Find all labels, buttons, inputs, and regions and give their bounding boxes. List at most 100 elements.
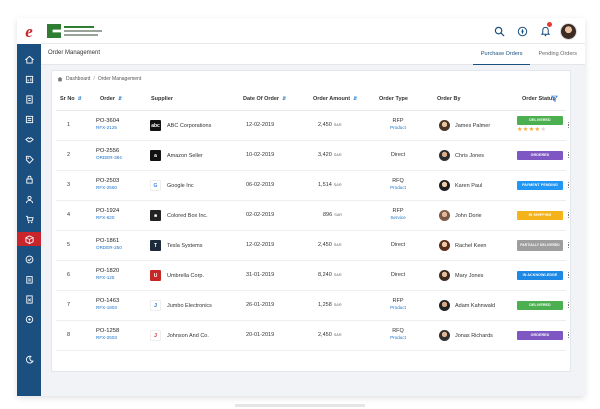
- table-row[interactable]: 7 PO-1463 RFX-1803 J Jumbo Electronics 26-01-…: [56, 291, 570, 321]
- table-row[interactable]: 2 PO-2556 ORDER-384 a Amazon Seller 10-02-201…: [56, 141, 570, 171]
- table-row[interactable]: 1 PO-3604 RFX-2125 abc ABC Corporations 12-02…: [56, 111, 570, 141]
- user-icon: [25, 195, 33, 203]
- tab-purchase-orders[interactable]: Purchase Orders: [472, 44, 531, 65]
- order-amount: 8,240 SAR: [318, 272, 342, 278]
- sort-icon[interactable]: ⇵: [78, 96, 82, 102]
- page-title: Order Management: [48, 50, 101, 56]
- user-avatar[interactable]: [559, 22, 577, 40]
- order-reference[interactable]: ORDER-250: [96, 245, 122, 250]
- rating-stars[interactable]: ★★★★★: [517, 126, 563, 133]
- company-logo-mark: [47, 24, 61, 38]
- sidebar-item-document[interactable]: [22, 92, 36, 106]
- order-reference[interactable]: RFX-2125: [96, 125, 119, 130]
- order-number[interactable]: PO-3604: [96, 118, 119, 124]
- order-number[interactable]: PO-1820: [96, 268, 119, 274]
- order-number[interactable]: PO-1463: [96, 298, 119, 304]
- sidebar-item-list[interactable]: [22, 112, 36, 126]
- order-reference[interactable]: RFX-125: [96, 275, 119, 280]
- status-badge: PARTIALLY DELIVERED: [517, 240, 563, 251]
- order-date: 12-02-2019: [246, 122, 275, 128]
- more-options-icon[interactable]: [567, 121, 570, 129]
- currency-unit: SAR: [333, 333, 342, 337]
- order-number[interactable]: PO-1861: [96, 238, 122, 244]
- home-icon: [57, 76, 63, 82]
- order-number[interactable]: PO-1258: [96, 328, 119, 334]
- order-cell[interactable]: PO-1463 RFX-1803: [96, 298, 119, 310]
- order-cell[interactable]: PO-3604 RFX-2125: [96, 118, 119, 130]
- filter-icon[interactable]: [551, 95, 558, 102]
- breadcrumb-dashboard[interactable]: Dashboard: [66, 76, 90, 82]
- more-options-icon[interactable]: [567, 271, 570, 279]
- col-order[interactable]: Order ⇵: [100, 96, 122, 102]
- table-row[interactable]: 6 PO-1820 RFX-125 U Umbrella Corp. 31-01-2019…: [56, 261, 570, 291]
- sidebar-item-box[interactable]: [17, 232, 41, 246]
- order-reference[interactable]: RFX-620: [96, 215, 119, 220]
- supplier-logo: U: [150, 270, 161, 281]
- order-type: Direct: [380, 272, 416, 278]
- col-date-of-order[interactable]: Date Of Order ⇵: [243, 96, 286, 102]
- bell-icon[interactable]: [536, 22, 554, 40]
- order-number[interactable]: PO-1924: [96, 208, 119, 214]
- sort-icon[interactable]: ⇵: [282, 96, 286, 102]
- order-cell[interactable]: PO-2503 RFX-2560: [96, 178, 119, 190]
- order-cell[interactable]: PO-2556 ORDER-384: [96, 148, 122, 160]
- order-number[interactable]: PO-2556: [96, 148, 122, 154]
- company-logo[interactable]: [47, 21, 107, 41]
- sidebar-item-handshake[interactable]: [22, 132, 36, 146]
- col-order-amount[interactable]: Order Amount ⇵: [313, 96, 357, 102]
- more-options-icon[interactable]: [567, 301, 570, 309]
- table-row[interactable]: 4 PO-1924 RFX-620 ■ Colored Box Inc. 02-02-20…: [56, 201, 570, 231]
- supplier-name: Jumbo Electronics: [167, 302, 212, 309]
- more-options-icon[interactable]: [567, 211, 570, 219]
- more-options-icon[interactable]: [567, 151, 570, 159]
- sr-no: 3: [67, 182, 71, 188]
- tab-pending-orders[interactable]: Pending Orders: [530, 44, 585, 65]
- user-name: Karen Paul: [455, 182, 483, 189]
- supplier-name: Amazon Seller: [167, 152, 203, 159]
- search-icon[interactable]: [490, 22, 508, 40]
- rating-star-icon[interactable]: ★: [541, 127, 547, 133]
- sidebar-item-tag[interactable]: [22, 152, 36, 166]
- sidebar-item-chart[interactable]: [22, 72, 36, 86]
- home-icon: [24, 55, 34, 64]
- sort-icon[interactable]: ⇵: [118, 96, 122, 102]
- order-cell[interactable]: PO-1861 ORDER-250: [96, 238, 122, 250]
- avatar: [439, 120, 450, 131]
- table-row[interactable]: 5 PO-1861 ORDER-250 T Tesla Systems 12-02-201…: [56, 231, 570, 261]
- order-reference[interactable]: ORDER-384: [96, 155, 122, 160]
- order-cell[interactable]: PO-1924 RFX-620: [96, 208, 119, 220]
- supplier-name: Tesla Systems: [167, 242, 203, 249]
- sidebar-item-lock[interactable]: [22, 172, 36, 186]
- sidebar-item-check-circle[interactable]: [22, 252, 36, 266]
- sidebar-item-user[interactable]: [22, 192, 36, 206]
- supplier-name: Colored Box Inc.: [167, 212, 208, 219]
- lock-icon: [25, 175, 33, 184]
- order-reference[interactable]: RFX-1803: [96, 305, 119, 310]
- compass-icon[interactable]: [513, 22, 531, 40]
- order-by: Rachel Keen: [439, 240, 487, 251]
- sort-icon[interactable]: ⇵: [353, 96, 357, 102]
- sidebar-item-cart[interactable]: [22, 212, 36, 226]
- table-row[interactable]: 8 PO-1258 RFX-2503 J Johnson And Co. 20-01-20…: [56, 321, 570, 351]
- more-options-icon[interactable]: [567, 181, 570, 189]
- sidebar-item-home[interactable]: [22, 52, 36, 66]
- scroll-indicator[interactable]: [235, 404, 365, 407]
- order-reference[interactable]: RFX-2560: [96, 185, 119, 190]
- sidebar-item-moon[interactable]: [22, 352, 36, 366]
- list-icon: [25, 115, 33, 123]
- more-options-icon[interactable]: [567, 241, 570, 249]
- supplier-logo: abc: [150, 120, 161, 131]
- sidebar-item-settings[interactable]: [22, 312, 36, 326]
- sidebar-item-file[interactable]: [22, 292, 36, 306]
- order-reference[interactable]: RFX-2503: [96, 335, 119, 340]
- clipboard-icon: [25, 275, 33, 284]
- sub-header: Order Management Purchase Orders Pending…: [41, 44, 585, 65]
- col-sr-no[interactable]: Sr No ⇵: [60, 96, 82, 102]
- order-cell[interactable]: PO-1258 RFX-2503: [96, 328, 119, 340]
- order-cell[interactable]: PO-1820 RFX-125: [96, 268, 119, 280]
- more-options-icon[interactable]: [567, 331, 570, 339]
- sidebar-item-clipboard[interactable]: [22, 272, 36, 286]
- order-number[interactable]: PO-2503: [96, 178, 119, 184]
- app-logo[interactable]: e: [17, 18, 41, 44]
- table-row[interactable]: 3 PO-2503 RFX-2560 G Google Inc 06-02-2019 1,5…: [56, 171, 570, 201]
